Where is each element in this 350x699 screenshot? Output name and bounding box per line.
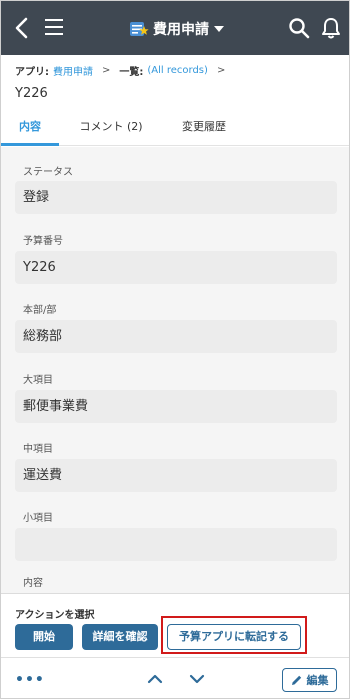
field-label-status: ステータス [23, 167, 73, 178]
field-value-budget-number: Y226 [15, 251, 337, 284]
field-value-department: 総務部 [15, 320, 337, 353]
edit-label: 編集 [306, 674, 329, 687]
action-heading: アクションを選択 [15, 610, 95, 621]
hamburger-menu-icon[interactable] [45, 18, 65, 38]
tab-history[interactable]: 変更履歴 [171, 111, 237, 146]
pencil-icon [291, 675, 301, 685]
field-label-major-item: 大項目 [23, 375, 53, 386]
record-tabs: 内容 コメント (2) 変更履歴 [1, 111, 349, 146]
breadcrumb-list-label: 一覧: [119, 66, 144, 78]
record-fields: ステータス 登録 予算番号 Y226 本部/部 総務部 大項目 郵便事業費 中項… [1, 147, 349, 593]
check-details-button[interactable]: 詳細を確認 [82, 624, 158, 650]
field-value-status: 登録 [15, 181, 337, 214]
field-label-budget-number: 予算番号 [23, 236, 63, 247]
back-chevron-icon[interactable] [11, 15, 33, 41]
start-button[interactable]: 開始 [15, 624, 73, 650]
field-label-department: 本部/部 [23, 305, 57, 316]
field-value-minor-item [15, 528, 337, 561]
chevron-down-icon[interactable] [188, 670, 206, 688]
tab-details[interactable]: 内容 [1, 111, 59, 146]
field-label-content: 内容 [23, 578, 43, 589]
top-bar: 費用申請 [1, 1, 349, 55]
chevron-up-icon[interactable] [146, 670, 164, 688]
chevron-right-icon: > [216, 64, 226, 76]
app-icon [130, 22, 149, 36]
chevron-right-icon: > [102, 64, 111, 76]
action-panel: アクションを選択 開始 詳細を確認 予算アプリに転記する [1, 593, 349, 657]
mobile-screen: 費用申請 アプリ: 費用申請 > 一覧: (All records) > Y22… [0, 0, 350, 699]
app-title-dropdown[interactable]: 費用申請 [129, 17, 224, 41]
chevron-down-icon [214, 26, 224, 32]
field-label-minor-item: 小項目 [23, 513, 53, 524]
bottom-bar: ••• 編集 [1, 657, 349, 698]
breadcrumb-app-label: アプリ: [15, 66, 49, 78]
record-id: Y226 [15, 86, 48, 101]
field-label-middle-item: 中項目 [23, 444, 53, 455]
tab-comments[interactable]: コメント (2) [71, 111, 151, 146]
breadcrumb: アプリ: 費用申請 > 一覧: (All records) > [15, 61, 234, 79]
search-icon[interactable] [288, 17, 310, 39]
edit-button[interactable]: 編集 [282, 668, 337, 692]
more-options-icon[interactable]: ••• [15, 672, 45, 688]
bell-icon[interactable] [321, 17, 341, 39]
highlight-box [161, 616, 307, 654]
field-value-middle-item: 運送費 [15, 459, 337, 492]
field-value-major-item: 郵便事業費 [15, 390, 337, 423]
breadcrumb-list-link[interactable]: (All records) [147, 65, 208, 76]
app-title: 費用申請 [153, 22, 209, 38]
breadcrumb-app-link[interactable]: 費用申請 [53, 63, 93, 78]
